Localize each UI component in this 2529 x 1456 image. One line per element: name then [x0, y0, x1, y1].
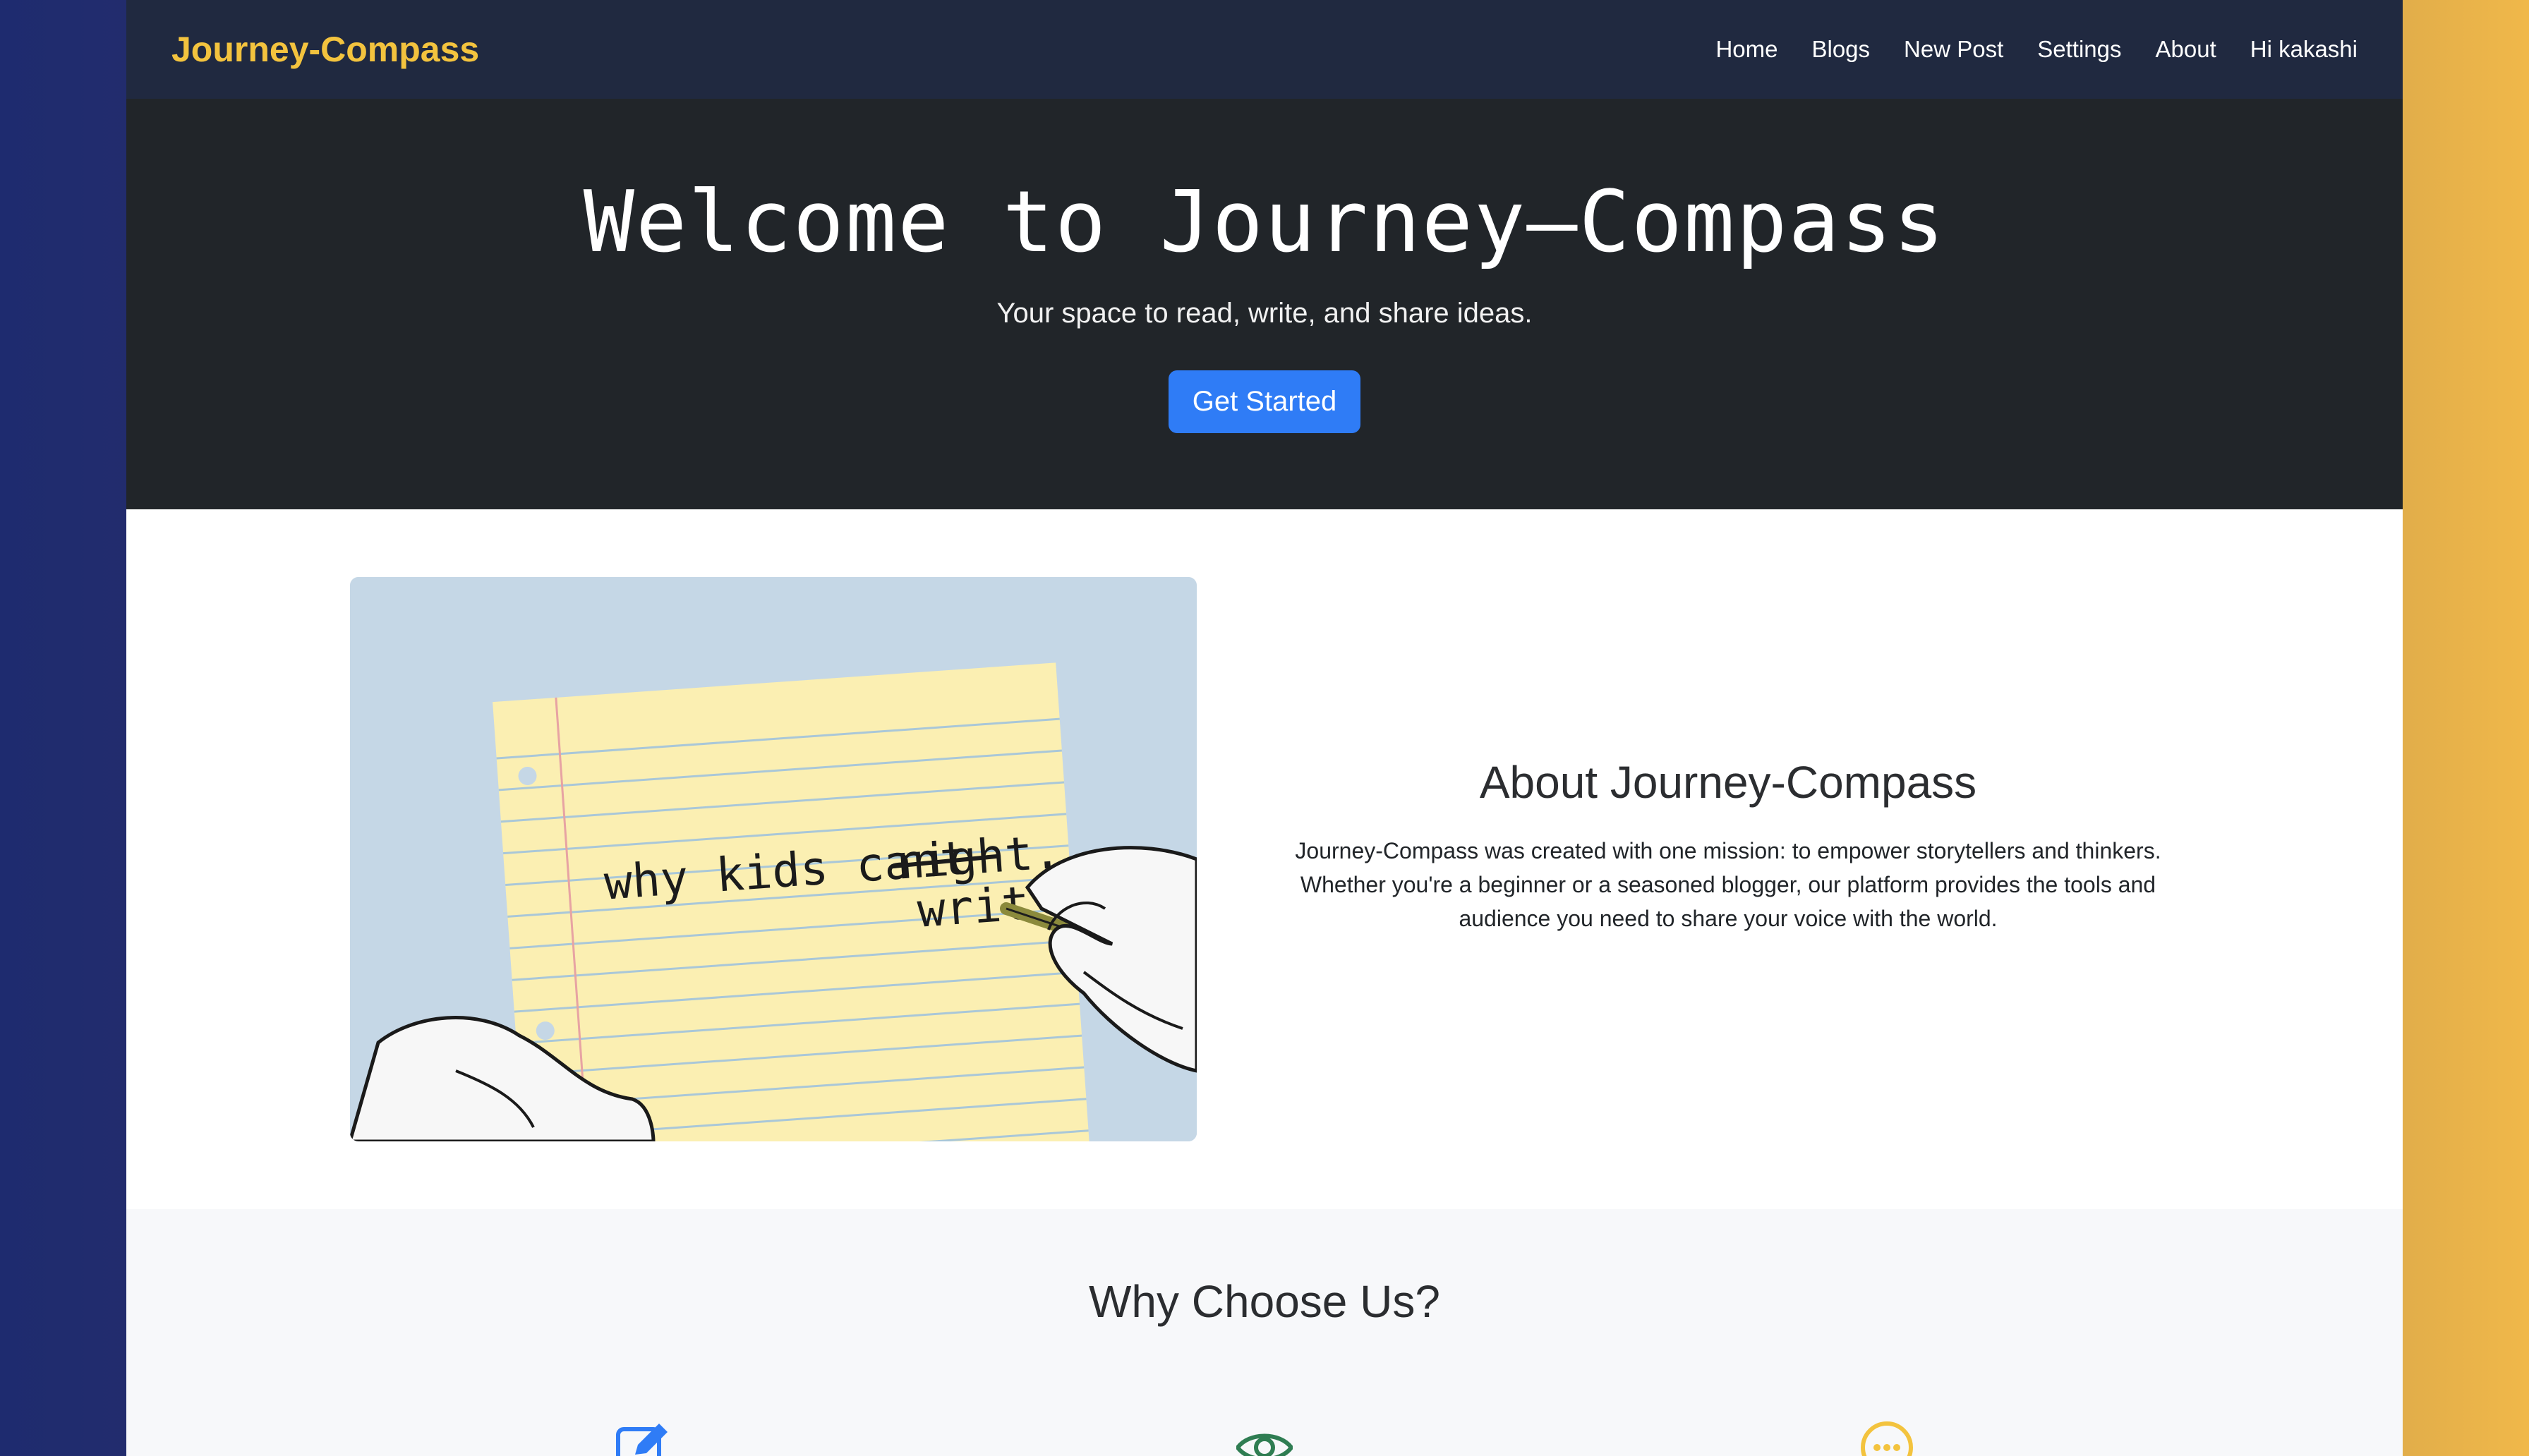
nav-link-home[interactable]: Home [1715, 36, 1777, 63]
navbar: Journey-Compass Home Blogs New Post Sett… [126, 0, 2403, 99]
about-text-block: About Journey-Compass Journey-Compass wa… [1269, 756, 2187, 935]
why-title: Why Choose Us? [1089, 1276, 1440, 1327]
hero-title: Welcome to Journey—Compass [583, 174, 1946, 272]
nav-link-blogs[interactable]: Blogs [1811, 36, 1870, 63]
about-title: About Journey-Compass [1479, 757, 1977, 808]
hero-subtitle: Your space to read, write, and share ide… [996, 298, 1533, 329]
nav-link-new-post[interactable]: New Post [1904, 36, 2003, 63]
why-choose-us-section: Why Choose Us? [126, 1209, 2403, 1456]
about-section: why kids cant right. writ About Journey-… [126, 509, 2403, 1209]
eye-icon [1235, 1419, 1294, 1456]
notepad-illustration: why kids cant right. writ [350, 577, 1197, 1141]
nav-link-about[interactable]: About [2156, 36, 2216, 63]
about-body-line-1: Journey-Compass was created with one mis… [1295, 838, 2161, 863]
get-started-button[interactable]: Get Started [1168, 370, 1361, 433]
hero-section: Welcome to Journey—Compass Your space to… [126, 99, 2403, 509]
about-body-line-3: audience you need to share your voice wi… [1459, 906, 1998, 931]
nav-link-settings[interactable]: Settings [2037, 36, 2121, 63]
chat-dots-icon [1859, 1419, 1915, 1456]
brand-logo[interactable]: Journey-Compass [171, 29, 479, 70]
about-body-line-2: Whether you're a beginner or a seasoned … [1300, 872, 2156, 897]
nav-link-user[interactable]: Hi kakashi [2250, 36, 2358, 63]
pencil-square-icon [614, 1419, 670, 1456]
app-frame: Journey-Compass Home Blogs New Post Sett… [126, 0, 2403, 1456]
nav-links: Home Blogs New Post Settings About Hi ka… [1715, 36, 2358, 63]
about-body: Journey-Compass was created with one mis… [1269, 834, 2187, 935]
